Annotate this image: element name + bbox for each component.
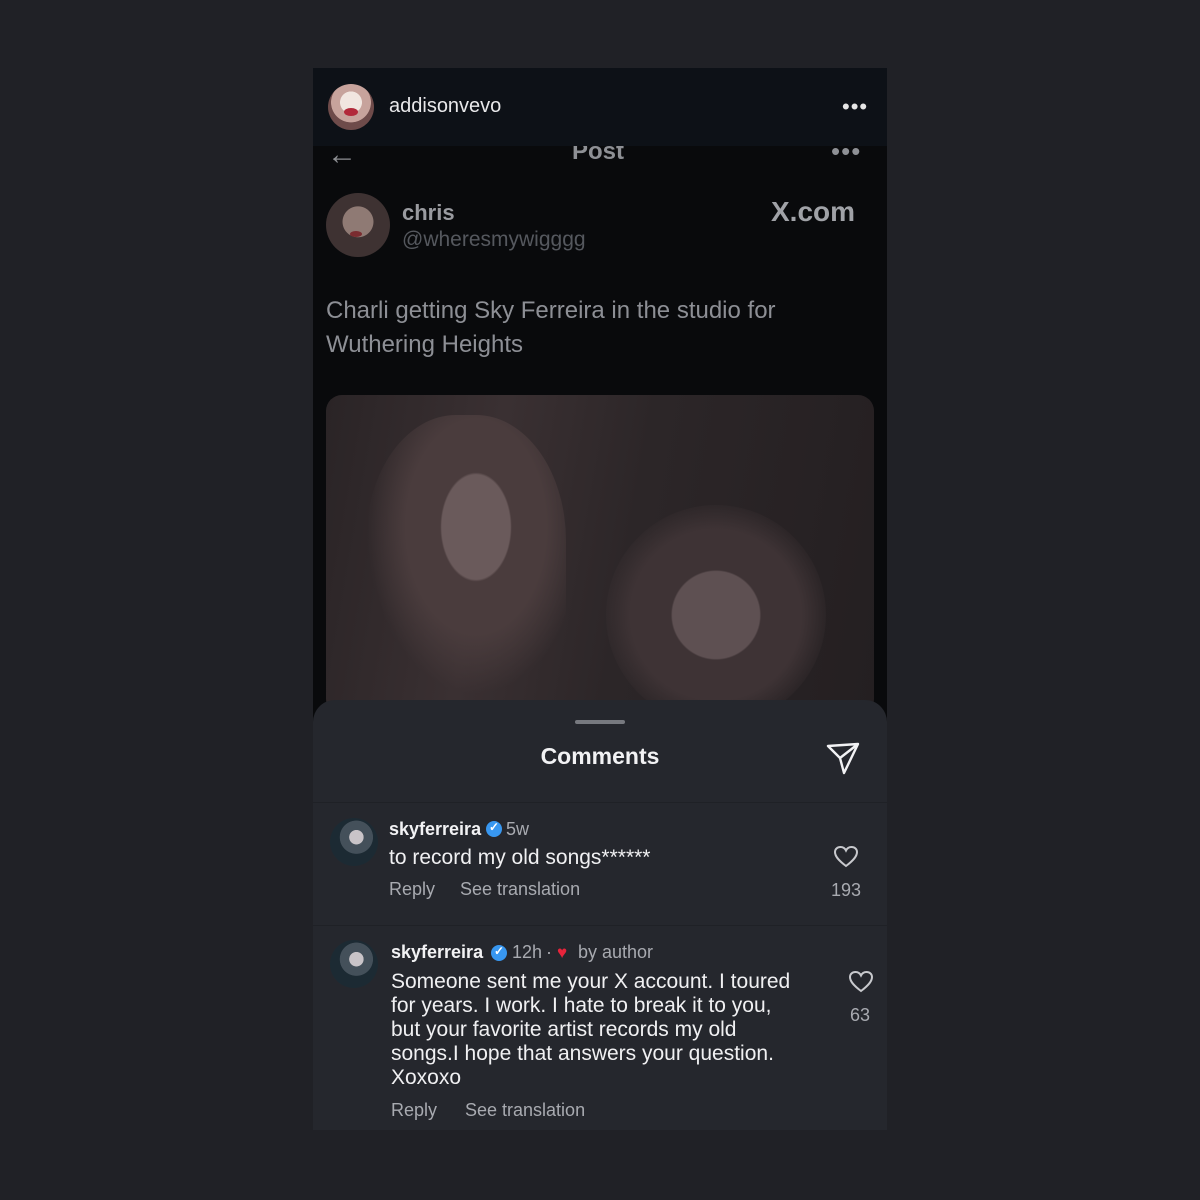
reply-button[interactable]: Reply	[389, 879, 435, 900]
avatar[interactable]	[330, 940, 378, 988]
ig-post-header: addisonvevo •••	[313, 68, 887, 146]
media-figure-right	[606, 505, 826, 715]
x-logo-watermark: X.com	[771, 196, 856, 227]
comment-text: to record my old songs******	[389, 846, 651, 869]
comments-title: Comments	[540, 743, 660, 769]
liked-by-author-badge: by author	[578, 942, 654, 962]
x-author-handle: @wheresmywigggg	[402, 228, 586, 251]
reply-button[interactable]: Reply	[391, 1100, 437, 1121]
comment-username[interactable]: skyferreira	[391, 942, 483, 963]
divider	[313, 802, 887, 803]
like-heart-icon[interactable]	[833, 845, 859, 869]
divider	[313, 925, 887, 926]
share-send-icon[interactable]	[825, 740, 861, 776]
comment-text-line: but your favorite artist records my old	[391, 1018, 737, 1041]
like-count: 63	[849, 1005, 871, 1025]
comment-text-line: Xoxoxo	[391, 1066, 462, 1089]
x-post-screenshot: ← Post ••• chris @wheresmywigggg X.com C…	[313, 136, 887, 786]
avatar[interactable]	[330, 818, 378, 866]
x-author-avatar	[326, 193, 390, 257]
comment-time: 12h	[512, 942, 543, 962]
author-heart-icon: ♥	[557, 943, 568, 962]
x-post-text: Charli getting Sky Ferreira in the studi…	[326, 297, 776, 358]
comment-text-line: Someone sent me your X account. I toured	[391, 970, 791, 993]
x-post-media	[326, 395, 874, 715]
sheet-drag-handle[interactable]	[575, 720, 625, 724]
x-author-name: chris	[402, 200, 455, 225]
comment-username[interactable]: skyferreira	[389, 819, 481, 840]
ig-username[interactable]: addisonvevo	[389, 95, 501, 118]
comment-text-line: songs.I hope that answers your question.	[391, 1042, 774, 1065]
phone-screen: addisonvevo ••• ← Post ••• chris @wheres…	[313, 68, 887, 1130]
separator-dot: ·	[546, 942, 552, 962]
like-heart-icon[interactable]	[848, 970, 874, 994]
avatar[interactable]	[328, 84, 374, 130]
media-figure-left	[366, 415, 566, 695]
comment-time: 5w	[506, 819, 530, 839]
comment-text: Someone sent me your X account. I toured…	[391, 970, 790, 1090]
verified-badge-icon	[491, 944, 507, 961]
see-translation-button[interactable]: See translation	[465, 1100, 585, 1121]
see-translation-button[interactable]: See translation	[460, 879, 580, 900]
comment-text-line: for years. I work. I hate to break it to…	[391, 994, 772, 1017]
like-count: 193	[830, 880, 862, 900]
x-more-icon: •••	[831, 136, 862, 166]
verified-badge-icon	[486, 820, 502, 837]
more-options-icon[interactable]: •••	[842, 96, 868, 118]
comments-sheet: Comments skyferreira 5w to record my old…	[313, 700, 887, 1130]
